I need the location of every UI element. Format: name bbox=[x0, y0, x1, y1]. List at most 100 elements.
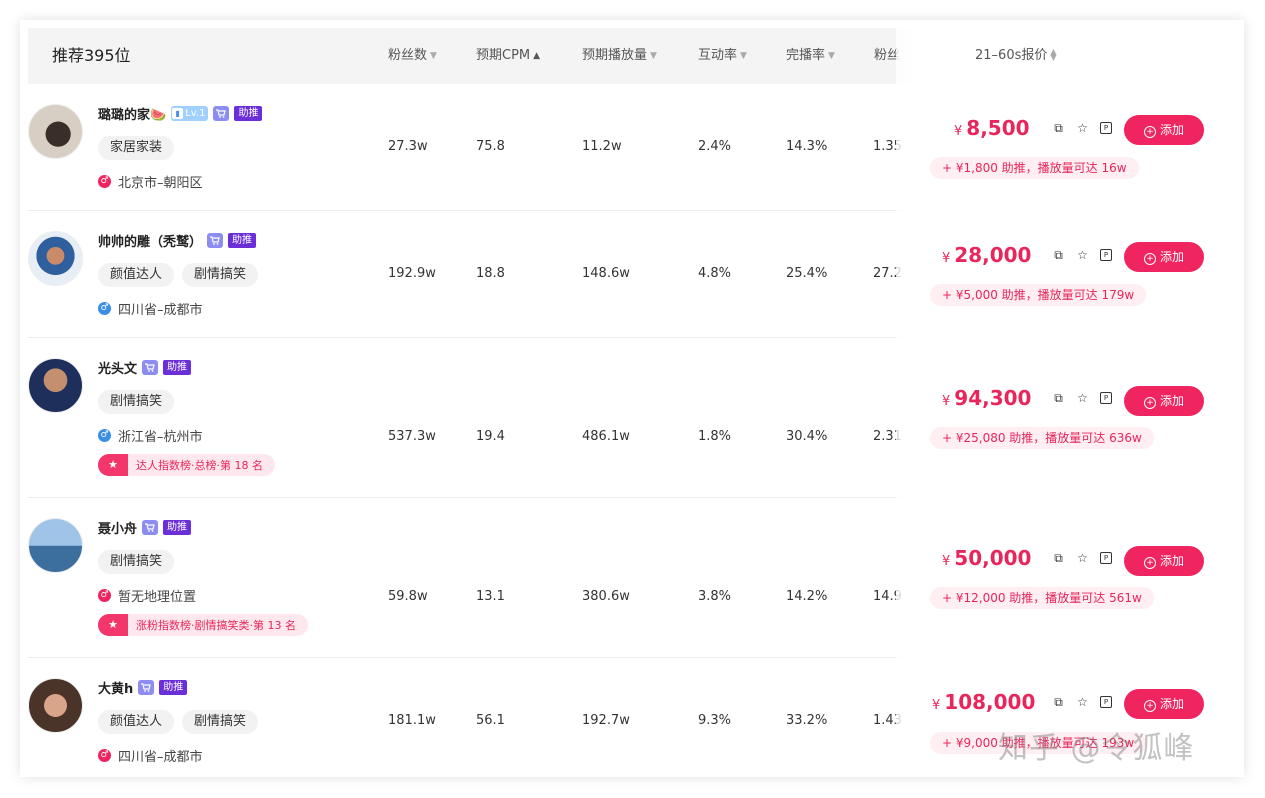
boost-badge: 助推 bbox=[159, 680, 188, 695]
name-text: 聂小舟 bbox=[98, 522, 138, 537]
fans-count: 59.8w bbox=[388, 589, 428, 604]
currency-symbol: ¥ bbox=[942, 251, 951, 266]
column-engagement-sort[interactable]: 互动率 ▼ bbox=[698, 28, 747, 84]
preview-icon[interactable]: ⧉ bbox=[1052, 552, 1065, 565]
column-plays-sort[interactable]: 预期播放量 ▼ bbox=[582, 28, 657, 84]
cpm-value: 18.8 bbox=[476, 266, 505, 281]
column-label: 粉丝 bbox=[874, 48, 901, 63]
compare-icon[interactable]: P bbox=[1100, 392, 1112, 404]
shopping-cart-icon bbox=[138, 680, 155, 695]
column-price-sort[interactable]: 21–60s报价 ▲ ▼ bbox=[975, 28, 1057, 84]
influencer-name[interactable]: 帅帅的雕（秃鹫） 助推 bbox=[98, 231, 257, 250]
tag-list: 剧情搞笑 bbox=[98, 390, 175, 414]
caret-down-icon: ▼ bbox=[430, 51, 437, 61]
completion-rate: 33.2% bbox=[786, 713, 828, 728]
avatar[interactable] bbox=[28, 358, 83, 413]
category-tag[interactable]: 剧情搞笑 bbox=[182, 263, 259, 287]
star-outline-icon[interactable]: ☆ bbox=[1076, 249, 1089, 262]
tag-list: 颜值达人 剧情搞笑 bbox=[98, 263, 259, 287]
star-outline-icon[interactable]: ☆ bbox=[1076, 392, 1089, 405]
category-tag[interactable]: 剧情搞笑 bbox=[182, 710, 259, 734]
engagement-rate: 4.8% bbox=[698, 266, 732, 281]
avatar[interactable] bbox=[28, 231, 83, 286]
avatar[interactable] bbox=[28, 678, 83, 733]
preview-icon[interactable]: ⧉ bbox=[1052, 249, 1065, 262]
compare-icon[interactable]: P bbox=[1100, 249, 1112, 261]
category-tag[interactable]: 剧情搞笑 bbox=[98, 390, 175, 414]
boost-badge: 助推 bbox=[228, 233, 257, 248]
category-tag[interactable]: 颜值达人 bbox=[98, 710, 175, 734]
ranking-badge[interactable]: ★ 达人指数榜·总榜·第 18 名 bbox=[98, 454, 275, 476]
name-text: 大黄h bbox=[98, 682, 134, 697]
influencer-table-card: 推荐395位 粉丝数 ▼ 预期CPM ▲ 预期播放量 ▼ 互动率 ▼ 完播率 ▼ 粉丝 2… bbox=[20, 20, 1244, 777]
fans-extra-value: 1.43 bbox=[873, 713, 902, 728]
engagement-rate: 3.8% bbox=[698, 589, 732, 604]
currency-symbol: ¥ bbox=[954, 124, 963, 139]
add-button[interactable]: + 添加 bbox=[1124, 546, 1204, 576]
avatar[interactable] bbox=[28, 518, 83, 573]
female-icon: ♂ bbox=[98, 175, 111, 188]
ranking-badge[interactable]: ★ 涨粉指数榜·剧情搞笑类·第 13 名 bbox=[98, 614, 308, 636]
influencer-name[interactable]: 光头文 助推 bbox=[98, 358, 192, 377]
add-button[interactable]: + 添加 bbox=[1124, 689, 1204, 719]
column-fans-sort[interactable]: 粉丝数 ▼ bbox=[388, 28, 437, 84]
column-cpm-sort[interactable]: 预期CPM ▲ bbox=[476, 28, 540, 84]
add-label: 添加 bbox=[1159, 554, 1184, 568]
boost-offer[interactable]: + ¥5,000 助推，播放量可达 179w bbox=[930, 284, 1147, 306]
name-text: 璐璐的家🍉 bbox=[98, 108, 167, 123]
star-outline-icon[interactable]: ☆ bbox=[1076, 552, 1089, 565]
category-tag[interactable]: 颜值达人 bbox=[98, 263, 175, 287]
watermark: 知乎 @令狐峰 bbox=[998, 731, 1195, 766]
table-row[interactable]: 聂小舟 助推 剧情搞笑 ♂ 暂无地理位置 ★ 涨粉指数榜·剧情搞笑类·第 13 … bbox=[28, 498, 1228, 658]
location-text: 四川省–成都市 bbox=[118, 750, 203, 765]
table-row[interactable]: 光头文 助推 剧情搞笑 ♂ 浙江省–杭州市 ★ 达人指数榜·总榜·第 18 名 … bbox=[28, 338, 1228, 498]
add-button[interactable]: + 添加 bbox=[1124, 242, 1204, 272]
plays-value: 148.6w bbox=[582, 266, 630, 281]
price-value: 50,000 bbox=[954, 546, 1032, 570]
influencer-name[interactable]: 大黄h 助推 bbox=[98, 678, 188, 697]
price-value: 94,300 bbox=[954, 386, 1032, 410]
category-tag[interactable]: 剧情搞笑 bbox=[98, 550, 175, 574]
engagement-rate: 9.3% bbox=[698, 713, 732, 728]
table-row[interactable]: 帅帅的雕（秃鹫） 助推 颜值达人 剧情搞笑 ♂ 四川省–成都市 192.9w 1… bbox=[28, 211, 1228, 338]
tag-list: 剧情搞笑 bbox=[98, 550, 175, 574]
preview-icon[interactable]: ⧉ bbox=[1052, 122, 1065, 135]
completion-rate: 14.3% bbox=[786, 139, 828, 154]
tag-list: 颜值达人 剧情搞笑 bbox=[98, 710, 259, 734]
plus-circle-icon: + bbox=[1143, 700, 1156, 712]
avatar[interactable] bbox=[28, 104, 83, 159]
column-fans-extra[interactable]: 粉丝 bbox=[874, 28, 900, 84]
fans-extra-value: 14.9 bbox=[873, 589, 902, 604]
fans-extra-value: 27.2 bbox=[873, 266, 902, 281]
cpm-value: 75.8 bbox=[476, 139, 505, 154]
table-header: 推荐395位 粉丝数 ▼ 预期CPM ▲ 预期播放量 ▼ 互动率 ▼ 完播率 ▼ 粉丝 2… bbox=[28, 28, 1228, 84]
influencer-name[interactable]: 璐璐的家🍉 ▮ Lv.1 助推 bbox=[98, 104, 263, 123]
boost-offer[interactable]: + ¥25,080 助推，播放量可达 636w bbox=[930, 427, 1154, 449]
completion-rate: 25.4% bbox=[786, 266, 828, 281]
caret-down-icon: ▼ bbox=[650, 51, 657, 61]
boost-offer[interactable]: + ¥1,800 助推，播放量可达 16w bbox=[930, 157, 1139, 179]
compare-icon[interactable]: P bbox=[1100, 552, 1112, 564]
column-completion-sort[interactable]: 完播率 ▼ bbox=[786, 28, 835, 84]
boost-offer[interactable]: + ¥12,000 助推，播放量可达 561w bbox=[930, 587, 1154, 609]
star-outline-icon[interactable]: ☆ bbox=[1076, 696, 1089, 709]
level-badge: ▮ Lv.1 bbox=[171, 106, 209, 121]
table-row[interactable]: 璐璐的家🍉 ▮ Lv.1 助推 家居家装 ♂ 北京市–朝阳区 27.3w 75.8… bbox=[28, 84, 1228, 211]
column-label: 21–60s报价 bbox=[975, 48, 1048, 63]
female-icon: ♂ bbox=[98, 749, 111, 762]
star-outline-icon[interactable]: ☆ bbox=[1076, 122, 1089, 135]
influencer-name[interactable]: 聂小舟 助推 bbox=[98, 518, 192, 537]
category-tag[interactable]: 家居家装 bbox=[98, 136, 175, 160]
compare-icon[interactable]: P bbox=[1100, 122, 1112, 134]
add-button[interactable]: + 添加 bbox=[1124, 386, 1204, 416]
engagement-rate: 1.8% bbox=[698, 429, 732, 444]
preview-icon[interactable]: ⧉ bbox=[1052, 696, 1065, 709]
boost-badge: 助推 bbox=[163, 520, 192, 535]
compare-icon[interactable]: P bbox=[1100, 696, 1112, 708]
add-button[interactable]: + 添加 bbox=[1124, 115, 1204, 145]
location: ♂ 浙江省–杭州市 bbox=[98, 426, 203, 445]
preview-icon[interactable]: ⧉ bbox=[1052, 392, 1065, 405]
location: ♂ 北京市–朝阳区 bbox=[98, 172, 203, 191]
fans-extra-value: 2.31 bbox=[873, 429, 902, 444]
level-label: Lv.1 bbox=[185, 108, 206, 119]
